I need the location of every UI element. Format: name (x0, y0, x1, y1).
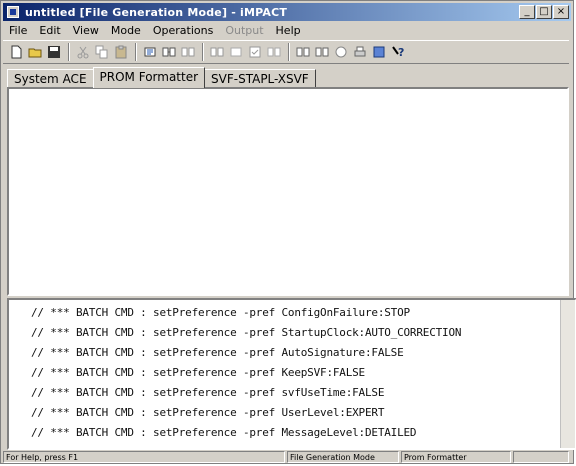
menu-view[interactable]: View (67, 23, 105, 39)
blank-check-icon (267, 47, 281, 57)
new-file-button[interactable] (7, 43, 25, 61)
erase-button[interactable] (227, 43, 245, 61)
menu-mode[interactable]: Mode (105, 23, 147, 39)
mode-tabs: System ACE PROM Formatter SVF-STAPL-XSVF (7, 67, 316, 88)
console-line: // *** BATCH CMD : setPreference -pref S… (31, 326, 462, 339)
cut-button[interactable] (74, 43, 92, 61)
erase-icon (230, 47, 242, 57)
save-icon (48, 46, 60, 58)
minimize-button[interactable]: _ (519, 5, 535, 19)
console-line: // *** BATCH CMD : setPreference -pref M… (31, 426, 417, 439)
blank-check-button[interactable] (265, 43, 283, 61)
print-icon (354, 46, 366, 57)
status-icon (315, 47, 329, 57)
menu-bar: File Edit View Mode Operations Output He… (3, 23, 307, 39)
toolbar-separator (68, 43, 70, 61)
menu-file[interactable]: File (3, 23, 33, 39)
workspace-canvas[interactable] (7, 87, 569, 296)
impact-window: untitled [File Generation Mode] - iMPACT… (0, 0, 576, 464)
svg-text:?: ? (398, 46, 404, 59)
config-button[interactable] (370, 43, 388, 61)
console-line: // *** BATCH CMD : setPreference -pref A… (31, 346, 404, 359)
menu-edit[interactable]: Edit (33, 23, 66, 39)
program-icon (144, 47, 156, 57)
paste-icon (115, 45, 127, 59)
cable-icon (335, 46, 347, 58)
copy-icon (95, 45, 108, 59)
toolbar-separator (288, 43, 290, 61)
console-line: // *** BATCH CMD : setPreference -pref K… (31, 366, 365, 379)
status-help-text: For Help, press F1 (3, 451, 285, 463)
console-line: // *** BATCH CMD : setPreference -pref s… (31, 386, 385, 399)
readback-button[interactable] (294, 43, 312, 61)
chain-icon (162, 47, 176, 57)
toolbar-separator (135, 43, 137, 61)
verify-icon (249, 46, 261, 58)
tab-system-ace[interactable]: System ACE (7, 69, 94, 87)
help-icon: ? (392, 46, 404, 59)
toolbar-separator (202, 43, 204, 61)
title-bar[interactable]: untitled [File Generation Mode] - iMPACT… (3, 3, 571, 21)
console-scrollbar[interactable] (560, 300, 575, 448)
tab-prom-formatter[interactable]: PROM Formatter (92, 67, 206, 88)
new-file-icon (11, 45, 22, 59)
config-icon (373, 46, 385, 58)
help-button[interactable]: ? (389, 43, 407, 61)
menu-operations[interactable]: Operations (147, 23, 219, 39)
cable-button[interactable] (332, 43, 350, 61)
menu-output[interactable]: Output (219, 23, 269, 39)
paste-button[interactable] (112, 43, 130, 61)
device-icon (181, 47, 195, 57)
chain-button[interactable] (160, 43, 178, 61)
verify-button[interactable] (246, 43, 264, 61)
open-file-button[interactable] (26, 43, 44, 61)
open-folder-icon (28, 48, 42, 58)
console-line: // *** BATCH CMD : setPreference -pref U… (31, 406, 385, 419)
tab-svf-stapl-xsvf[interactable]: SVF-STAPL-XSVF (204, 69, 316, 87)
console-output[interactable]: // *** BATCH CMD : setPreference -pref C… (7, 298, 576, 450)
device-button[interactable] (179, 43, 197, 61)
window-title: untitled [File Generation Mode] - iMPACT (25, 5, 288, 19)
window-controls: _ □ × (519, 5, 569, 19)
console-line: // *** BATCH CMD : setPreference -pref C… (31, 306, 410, 319)
app-icon (7, 6, 19, 18)
status-extra (513, 451, 569, 463)
toolbar: ? (3, 40, 569, 64)
close-button[interactable]: × (553, 5, 569, 19)
status-button[interactable] (313, 43, 331, 61)
maximize-button[interactable]: □ (536, 5, 552, 19)
status-view: Prom Formatter (401, 451, 511, 463)
cut-icon (77, 46, 89, 59)
copy-button[interactable] (93, 43, 111, 61)
identify-icon (210, 47, 224, 57)
menu-help[interactable]: Help (270, 23, 307, 39)
program-button[interactable] (141, 43, 159, 61)
save-button[interactable] (45, 43, 63, 61)
status-bar: For Help, press F1 File Generation Mode … (3, 451, 571, 464)
identify-button[interactable] (208, 43, 226, 61)
readback-icon (296, 47, 310, 57)
print-button[interactable] (351, 43, 369, 61)
status-mode: File Generation Mode (287, 451, 399, 463)
